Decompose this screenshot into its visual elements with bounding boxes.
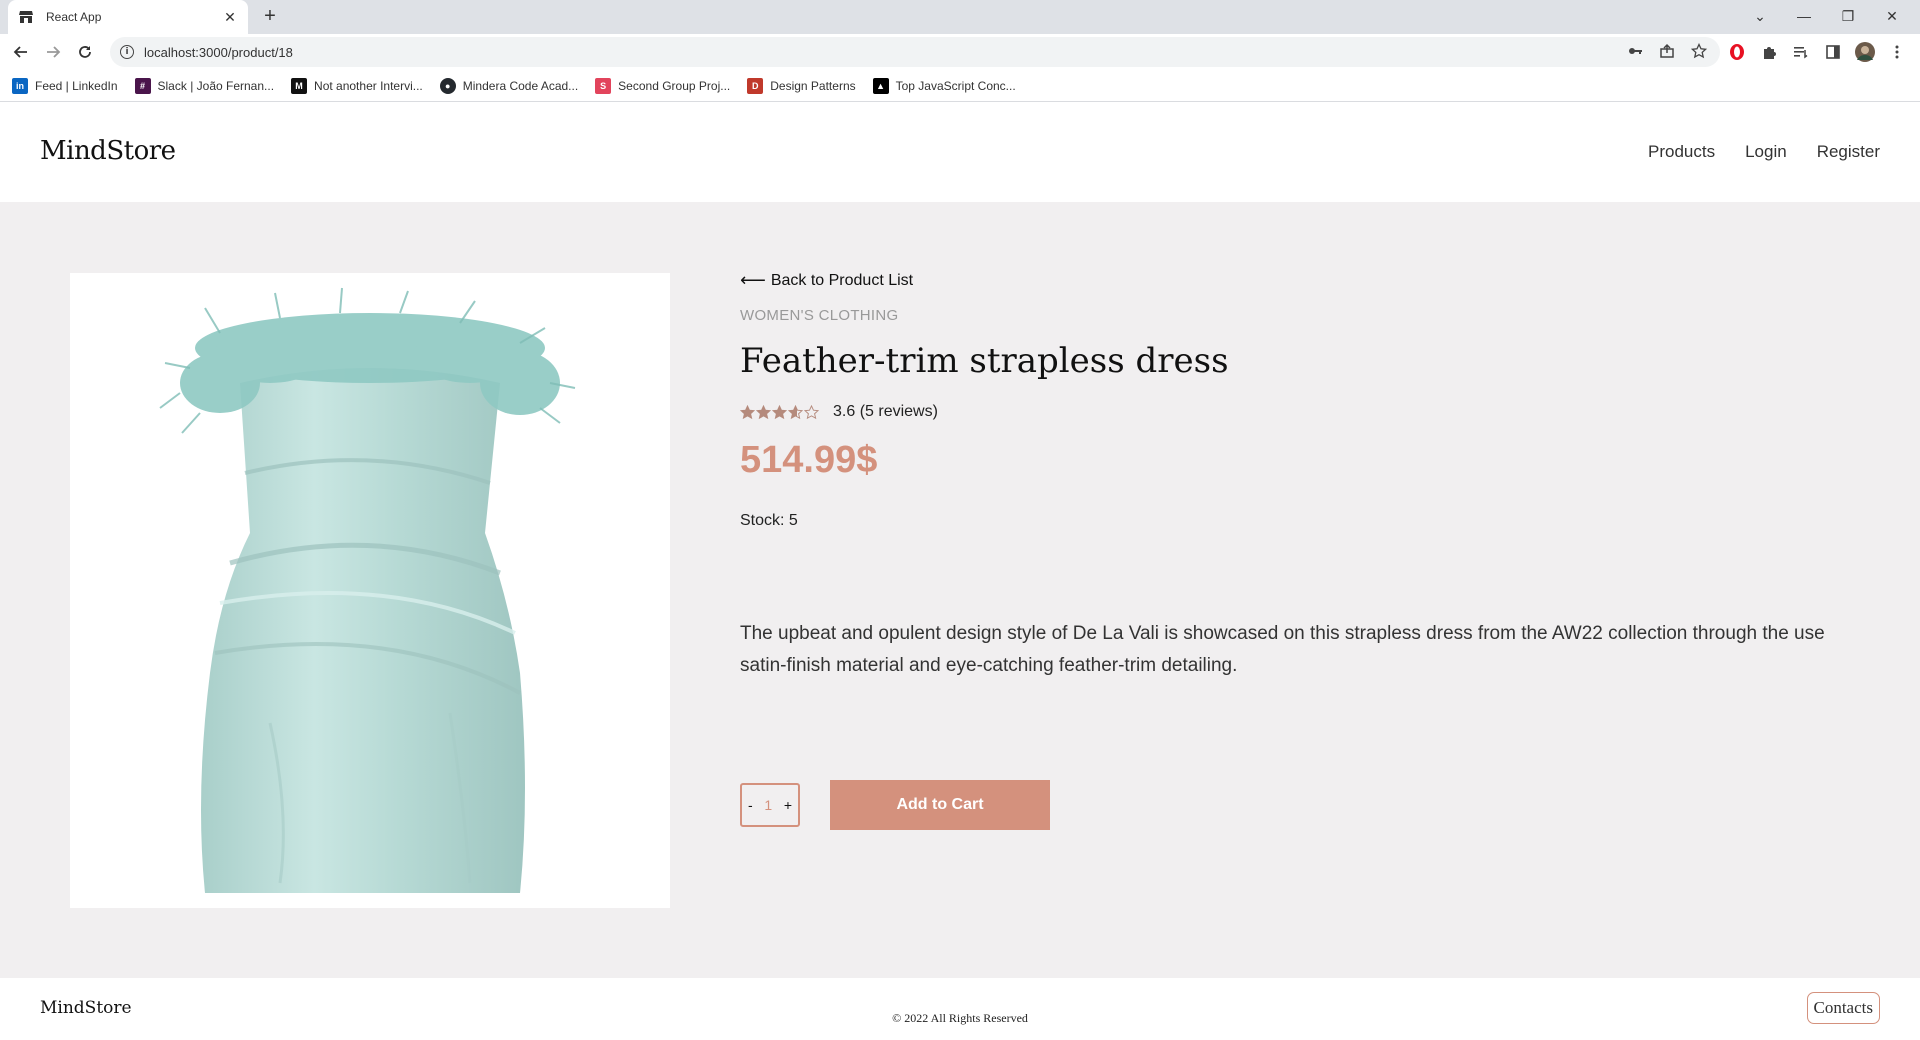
slack-icon: # (134, 77, 151, 94)
bookmark-label: Second Group Proj... (618, 78, 731, 93)
quantity-stepper: - 1 + (740, 783, 800, 827)
scrum-icon: S (595, 77, 612, 94)
star-icon (788, 404, 803, 419)
bookmark-linkedin[interactable]: in Feed | LinkedIn (12, 77, 118, 94)
bookmark-second-group[interactable]: S Second Group Proj... (595, 77, 731, 94)
dress-illustration (159, 287, 576, 893)
bookmark-label: Top JavaScript Conc... (895, 78, 1016, 93)
medium-icon: M (291, 77, 308, 94)
browser-toolbar: i localhost:3000/product/18 (0, 34, 1920, 70)
site-logo[interactable]: MindStore (40, 136, 176, 166)
bookmark-github[interactable]: ● Mindera Code Acad... (439, 77, 579, 94)
back-arrow-icon[interactable] (9, 40, 33, 64)
quantity-decrease-button[interactable]: - (748, 797, 753, 813)
tab-search-icon[interactable]: ⌄ (1742, 4, 1778, 28)
main-nav: Products Login Register (1648, 142, 1880, 162)
store-favicon-icon (18, 9, 34, 25)
reload-icon[interactable] (73, 40, 97, 64)
bookmark-label: Mindera Code Acad... (462, 78, 579, 93)
product-category: WOMEN'S CLOTHING (740, 307, 899, 324)
quantity-increase-button[interactable]: + (784, 797, 792, 813)
bookmark-medium[interactable]: M Not another Intervi... (291, 77, 423, 94)
star-icon (804, 404, 819, 419)
profile-avatar-icon[interactable] (1854, 41, 1876, 63)
side-panel-icon[interactable] (1822, 41, 1844, 63)
share-icon[interactable] (1658, 42, 1676, 60)
bookmark-design-patterns[interactable]: D Design Patterns (747, 77, 856, 94)
site-info-icon[interactable]: i (120, 45, 134, 59)
bookmark-slack[interactable]: # Slack | João Fernan... (134, 77, 275, 94)
forward-arrow-icon[interactable] (41, 40, 65, 64)
github-icon: ● (439, 77, 456, 94)
opera-extension-icon[interactable] (1726, 41, 1748, 63)
tab-close-icon[interactable]: ✕ (222, 9, 238, 26)
nav-products-link[interactable]: Products (1648, 142, 1715, 162)
address-url: localhost:3000/product/18 (144, 44, 293, 60)
extensions-puzzle-icon[interactable] (1758, 41, 1780, 63)
site-footer: MindStore © 2022 All Rights Reserved Con… (0, 978, 1920, 1040)
bookmarks-bar: in Feed | LinkedIn # Slack | João Fernan… (0, 70, 1920, 102)
contacts-button[interactable]: Contacts (1806, 992, 1880, 1024)
bookmark-label: Design Patterns (770, 78, 856, 93)
bookmark-label: Feed | LinkedIn (35, 78, 118, 93)
address-bar[interactable]: i localhost:3000/product/18 (110, 37, 1720, 67)
close-window-button[interactable]: ✕ (1874, 4, 1910, 28)
bookmark-label: Not another Intervi... (314, 78, 423, 93)
rating-text: 3.6 (5 reviews) (833, 403, 938, 420)
quantity-value[interactable]: 1 (764, 797, 772, 813)
key-icon[interactable] (1626, 42, 1644, 60)
restore-button[interactable]: ❐ (1830, 4, 1866, 28)
minimize-button[interactable]: — (1786, 4, 1822, 28)
arrow-left-icon: ⟵ (740, 270, 766, 291)
star-icon (756, 404, 771, 419)
bookmark-star-icon[interactable] (1690, 42, 1708, 60)
vercel-icon: ▲ (872, 77, 889, 94)
nav-login-link[interactable]: Login (1745, 142, 1787, 162)
back-link-label: Back to Product List (770, 271, 914, 289)
bookmark-label: Slack | João Fernan... (157, 78, 275, 93)
product-title: Feather-trim strapless dress (740, 341, 1229, 381)
nav-register-link[interactable]: Register (1817, 142, 1880, 162)
add-to-cart-button[interactable]: Add to Cart (830, 780, 1050, 830)
product-image (70, 273, 670, 908)
product-stock: Stock: 5 (740, 512, 798, 529)
linkedin-icon: in (12, 77, 28, 94)
copyright-text: © 2022 All Rights Reserved (892, 1011, 1028, 1025)
new-tab-button[interactable]: + (258, 5, 282, 29)
bookmark-javascript[interactable]: ▲ Top JavaScript Conc... (872, 77, 1016, 94)
star-icon (740, 404, 755, 419)
product-price: 514.99$ (740, 439, 878, 481)
back-to-list-link[interactable]: ⟵ Back to Product List (740, 270, 1850, 291)
browser-menu-icon[interactable] (1886, 41, 1908, 63)
product-details: ⟵ Back to Product List WOMEN'S CLOTHING … (740, 270, 1850, 682)
rating-stars (740, 404, 819, 420)
reading-list-icon[interactable] (1790, 41, 1812, 63)
site-header: MindStore Products Login Register (0, 102, 1920, 202)
design-patterns-icon: D (747, 77, 764, 94)
product-rating: 3.6 (5 reviews) (740, 403, 1850, 421)
star-icon (772, 404, 787, 419)
tab-title: React App (46, 10, 102, 24)
browser-tab-strip: React App ✕ + ⌄ — ❐ ✕ (0, 0, 1920, 34)
product-description: The upbeat and opulent design style of D… (740, 623, 1825, 676)
browser-tab-active[interactable]: React App ✕ (8, 0, 248, 34)
